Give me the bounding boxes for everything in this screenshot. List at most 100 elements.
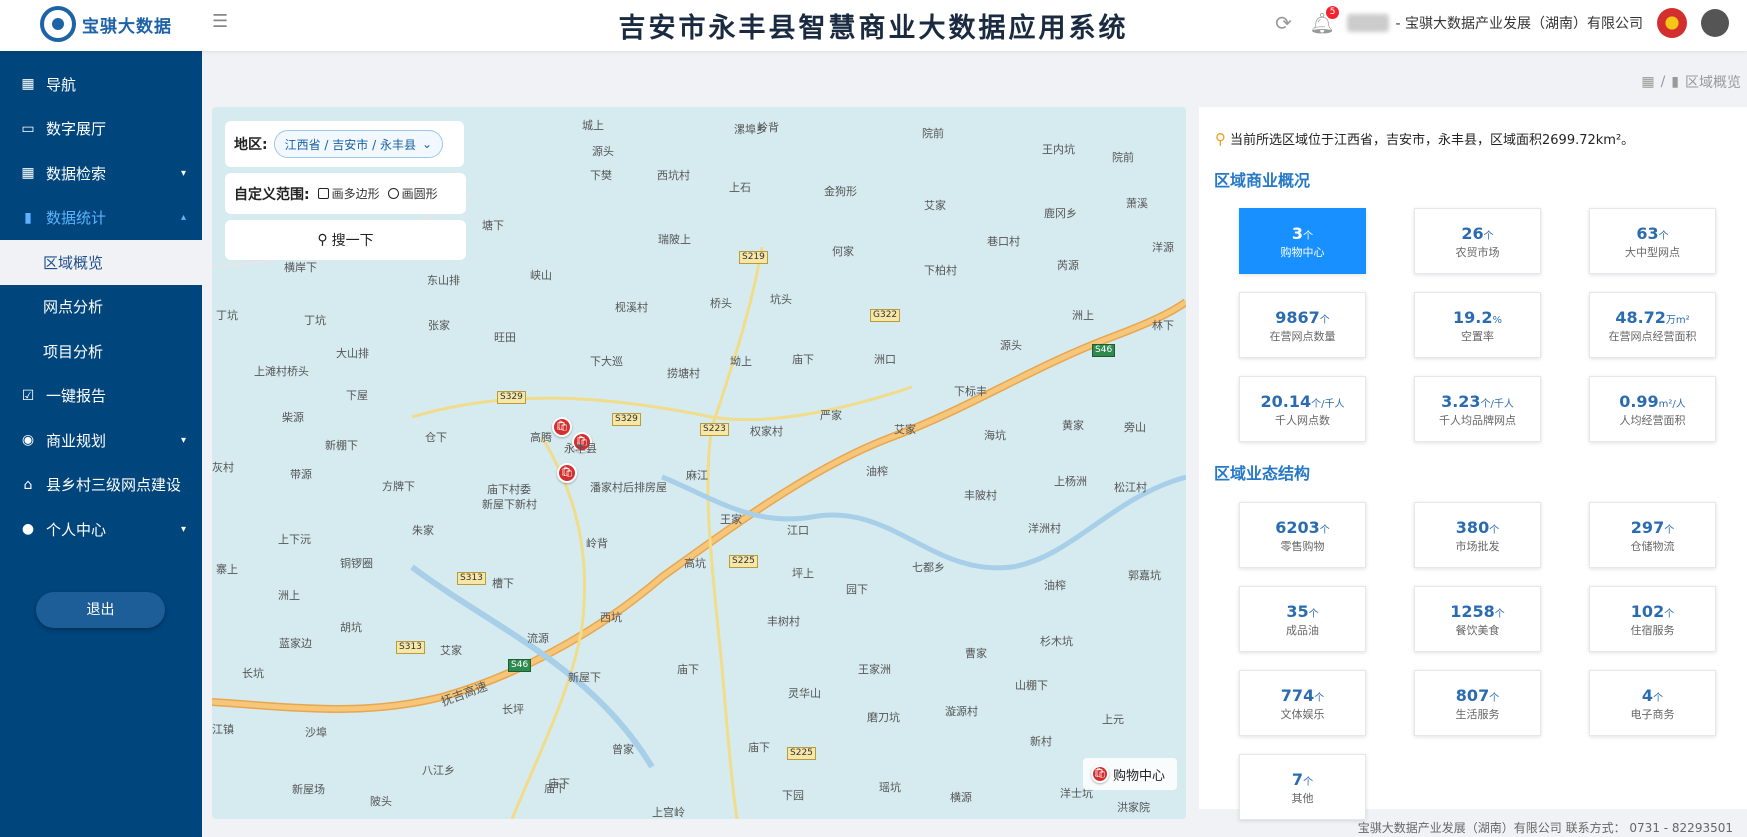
stat-card[interactable]: 102个 住宿服务 <box>1589 586 1716 652</box>
map-place-label: 洪家院 <box>1117 801 1150 814</box>
notification-badge: 5 <box>1325 6 1340 19</box>
breadcrumb: ▦ / ▮ 区域概览 <box>1641 72 1741 92</box>
region-select-value: 江西省 / 吉安市 / 永丰县 <box>284 137 416 152</box>
draw-polygon-option[interactable]: 画多边形 <box>317 185 380 202</box>
stat-value: 7个 <box>1291 770 1314 789</box>
map-place-label: 院前 <box>1112 151 1134 164</box>
map-place-label: 柴源 <box>282 411 304 424</box>
sidebar-item-personal[interactable]: ● 个人中心 ▾ <box>0 507 202 552</box>
sidebar-item-planning[interactable]: ◉ 商业规划 ▾ <box>0 418 202 463</box>
region-select[interactable]: 江西省 / 吉安市 / 永丰县 ⌄ <box>273 130 444 158</box>
map-place-label: 上杨洲 <box>1054 475 1087 488</box>
map-place-label: 新屋下 <box>568 671 601 684</box>
logout-button[interactable]: 退出 <box>36 592 165 628</box>
map-place-label: 漩源村 <box>945 705 978 718</box>
stat-card[interactable]: 3个 购物中心 <box>1239 208 1366 274</box>
sidebar-item-data-stats[interactable]: ▮ 数据统计 ▴ <box>0 196 202 241</box>
draw-polygon-label: 画多边形 <box>331 187 380 201</box>
breadcrumb-separator: / <box>1660 74 1666 90</box>
shopping-center-marker[interactable]: 🛍︎ <box>557 463 577 483</box>
map-place-label: 铜锣圈 <box>340 557 373 570</box>
stat-unit: 个 <box>1483 231 1494 242</box>
stat-card[interactable]: 4个 电子商务 <box>1589 670 1716 736</box>
circle-icon <box>387 188 399 199</box>
grid-icon: ▦ <box>21 76 35 93</box>
avatar[interactable] <box>1701 9 1729 37</box>
stat-unit: 个 <box>1308 609 1319 620</box>
stat-card[interactable]: 297个 仓储物流 <box>1589 502 1716 568</box>
stat-unit: 个 <box>1653 693 1664 704</box>
map-place-label: 庙下 <box>548 777 570 790</box>
map-place-label: 上宫岭 <box>652 806 685 819</box>
stat-card[interactable]: 26个 农贸市场 <box>1414 208 1541 274</box>
stat-card[interactable]: 35个 成品油 <box>1239 586 1366 652</box>
stat-value: 3个 <box>1291 224 1314 243</box>
sidebar-item-area-overview[interactable]: 区域概览 <box>0 240 202 285</box>
map-place-label: 王家 <box>720 513 742 526</box>
map-place-label: 瑶坑 <box>879 781 901 794</box>
stat-card[interactable]: 48.72万m² 在营网点经营面积 <box>1589 292 1716 358</box>
stat-card[interactable]: 807个 生活服务 <box>1414 670 1541 736</box>
stat-card[interactable]: 20.14个/千人 千人网点数 <box>1239 376 1366 442</box>
logo[interactable]: 宝骐大数据 <box>40 6 172 42</box>
sidebar-item-report[interactable]: ☑ 一键报告 <box>0 374 202 419</box>
stat-unit: 个 <box>1489 525 1500 536</box>
sidebar-item-label: 商业规划 <box>46 431 107 450</box>
sidebar-item-digital-hall[interactable]: ▭ 数字展厅 <box>0 107 202 152</box>
refresh-icon[interactable]: ⟳ <box>1271 11 1295 35</box>
legend-label: 购物中心 <box>1113 768 1166 784</box>
map-place-label: 院前 <box>922 127 944 140</box>
stat-card[interactable]: 3.23个/千人 千人均品牌网点 <box>1414 376 1541 442</box>
stat-unit: 万m² <box>1665 315 1690 326</box>
sidebar-item-network-build[interactable]: ⌂ 县乡村三级网点建设 <box>0 463 202 508</box>
map-place-label: 高坑 <box>684 557 706 570</box>
stat-label: 其他 <box>1291 792 1314 805</box>
map-place-label: 捞塘村 <box>667 367 700 380</box>
stat-card[interactable]: 7个其他 <box>1239 754 1366 820</box>
region-filter: 地区: 江西省 / 吉安市 / 永丰县 ⌄ <box>225 121 464 167</box>
stat-value: 3.23个/千人 <box>1441 392 1514 411</box>
map-place-label: 上滩村桥头 <box>254 365 309 378</box>
search-button[interactable]: ⚲ 搜一下 <box>225 220 466 260</box>
sidebar-item-project-analysis[interactable]: 项目分析 <box>0 329 202 374</box>
stat-card[interactable]: 19.2% 空置率 <box>1414 292 1541 358</box>
location-icon: ◉ <box>21 432 35 449</box>
map-place-label: 寨上 <box>216 563 238 576</box>
section-title-overview: 区域商业概况 <box>1214 171 1311 190</box>
stat-unit: 个/千人 <box>1311 399 1345 410</box>
stat-label: 电子商务 <box>1630 708 1675 721</box>
stat-card[interactable]: 6203个 零售购物 <box>1239 502 1366 568</box>
chevron-up-icon: ▴ <box>180 212 186 224</box>
stat-card[interactable]: 0.99m²/人 人均经营面积 <box>1589 376 1716 442</box>
stat-card[interactable]: 380个 市场批发 <box>1414 502 1541 568</box>
stat-card[interactable]: 63个 大中型网点 <box>1589 208 1716 274</box>
square-icon <box>317 188 329 199</box>
sidebar-item-data-search[interactable]: ▦ 数据检索 ▾ <box>0 151 202 196</box>
stat-card[interactable]: 774个 文体娱乐 <box>1239 670 1366 736</box>
map-place-label: 金狗形 <box>824 185 857 198</box>
map-place-label: 庙下村委 <box>487 483 531 496</box>
shopping-center-marker[interactable]: 🛍︎ <box>552 417 572 437</box>
region-label: 地区: <box>234 137 268 153</box>
road-tag: G322 <box>870 309 901 322</box>
map-place-label: 槽下 <box>492 577 514 590</box>
draw-circle-option[interactable]: 画圆形 <box>387 185 438 202</box>
map-place-label: 丁坑 <box>216 309 238 322</box>
chevron-down-icon: ▾ <box>180 167 186 179</box>
stat-card[interactable]: 1258个 餐饮美食 <box>1414 586 1541 652</box>
map-place-label: 下屋 <box>346 389 368 402</box>
stat-label: 在营网点经营面积 <box>1608 330 1697 343</box>
bell-icon[interactable]: 🔔︎ 5 <box>1309 6 1340 35</box>
map-place-label: 岭背 <box>586 537 608 550</box>
stat-card[interactable]: 9867个 在营网点数量 <box>1239 292 1366 358</box>
home-grid-icon[interactable]: ▦ <box>1641 74 1654 90</box>
map-place-label: 麻江 <box>686 469 708 482</box>
menu-toggle-icon[interactable]: ☰ <box>212 12 232 32</box>
map-place-label: 大山排 <box>336 347 369 360</box>
map-place-label: 新棚下 <box>325 439 358 452</box>
sidebar-item-outlet-analysis[interactable]: 网点分析 <box>0 285 202 330</box>
road-tag: S313 <box>457 572 486 585</box>
bank-icon: ⌂ <box>23 476 33 493</box>
map-place-label: 杉木坑 <box>1040 635 1073 648</box>
sidebar-item-nav[interactable]: ▦ 导航 <box>0 62 202 107</box>
